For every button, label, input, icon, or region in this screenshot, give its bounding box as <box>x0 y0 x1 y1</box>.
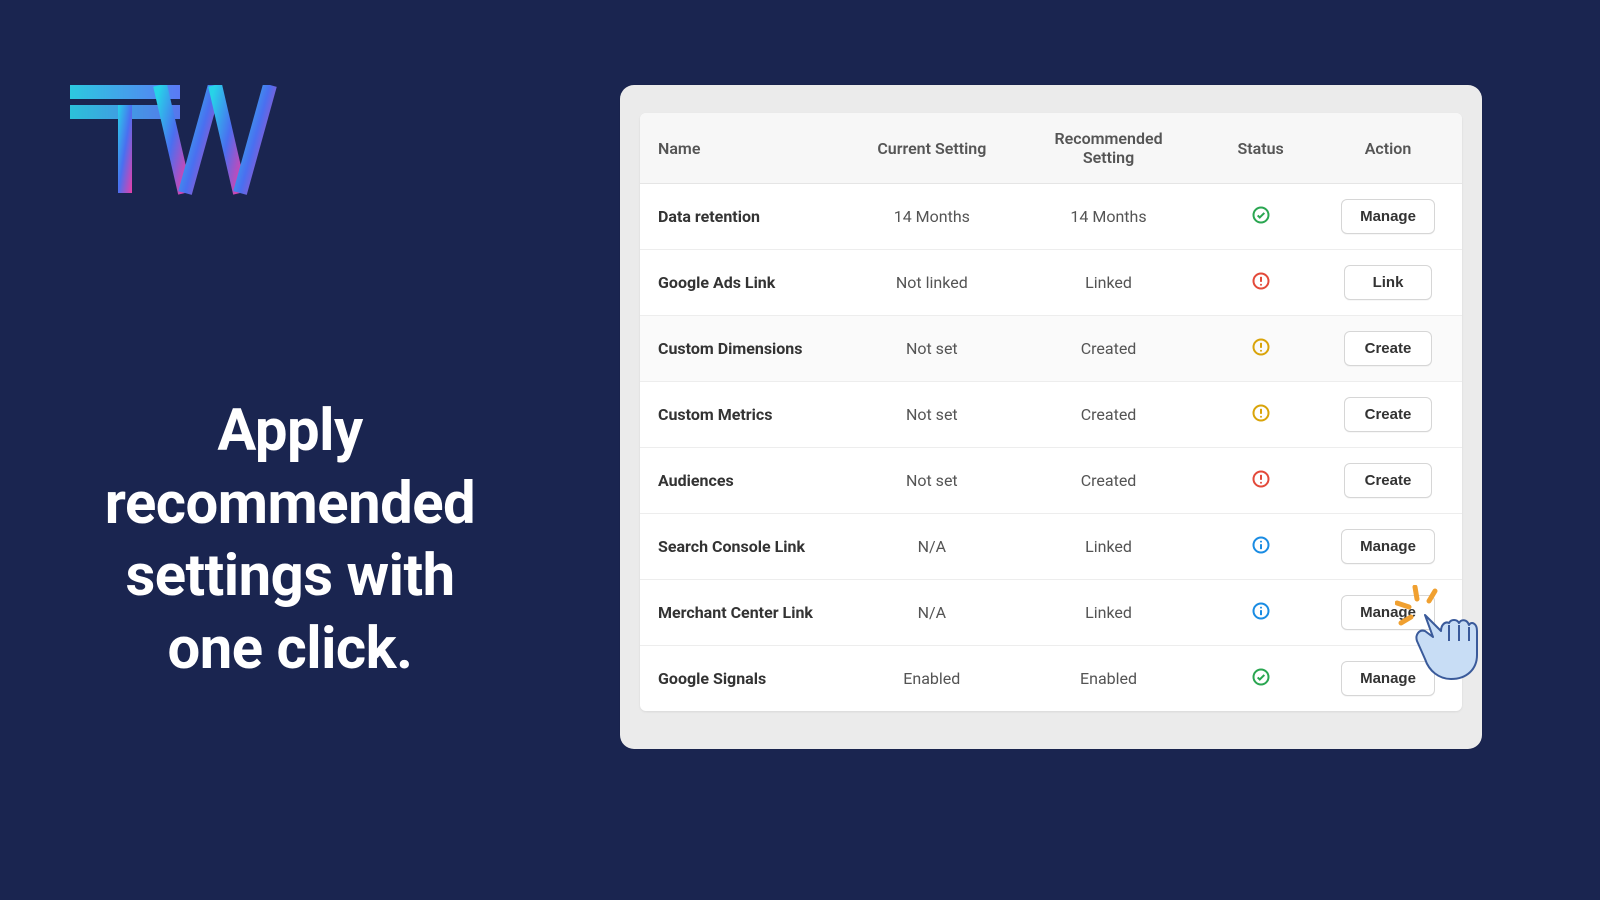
cell-current: Not set <box>854 448 1010 514</box>
cell-status <box>1207 580 1314 646</box>
manage-button[interactable]: Manage <box>1341 595 1435 630</box>
cell-status <box>1207 514 1314 580</box>
cell-status <box>1207 646 1314 712</box>
cell-name: Custom Dimensions <box>640 316 854 382</box>
header-current: Current Setting <box>854 113 1010 184</box>
table-row: Data retention14 Months14 MonthsManage <box>640 184 1462 250</box>
cell-current: Not set <box>854 316 1010 382</box>
header-recommended: Recommended Setting <box>1010 113 1207 184</box>
cell-current: N/A <box>854 514 1010 580</box>
cell-current: Not set <box>854 382 1010 448</box>
cell-recommended: Linked <box>1010 580 1207 646</box>
cell-recommended: Created <box>1010 448 1207 514</box>
table-row: Merchant Center LinkN/ALinked Manage <box>640 580 1462 646</box>
manage-button[interactable]: Manage <box>1341 529 1435 564</box>
table-row: Google SignalsEnabledEnabledManage <box>640 646 1462 712</box>
cell-action: Create <box>1314 382 1462 448</box>
info-icon <box>1251 601 1271 621</box>
table-row: Search Console LinkN/ALinked Manage <box>640 514 1462 580</box>
cell-name: Google Ads Link <box>640 250 854 316</box>
cell-status <box>1207 448 1314 514</box>
info-icon <box>1251 535 1271 555</box>
manage-button[interactable]: Manage <box>1341 199 1435 234</box>
cell-recommended: Created <box>1010 316 1207 382</box>
brand-logo <box>70 85 280 199</box>
manage-button[interactable]: Manage <box>1341 661 1435 696</box>
cell-action: Manage <box>1314 646 1462 712</box>
cell-status <box>1207 316 1314 382</box>
cell-action: Manage <box>1314 580 1462 646</box>
table-row: Custom MetricsNot setCreated Create <box>640 382 1462 448</box>
cell-action: Manage <box>1314 184 1462 250</box>
cell-recommended: Linked <box>1010 514 1207 580</box>
cell-action: Create <box>1314 316 1462 382</box>
header-status: Status <box>1207 113 1314 184</box>
cell-status <box>1207 184 1314 250</box>
cell-action: Manage <box>1314 514 1462 580</box>
cell-action: Create <box>1314 448 1462 514</box>
cell-name: Search Console Link <box>640 514 854 580</box>
warning-icon <box>1251 337 1271 357</box>
error-icon <box>1251 271 1271 291</box>
cell-current: N/A <box>854 580 1010 646</box>
cell-recommended: Enabled <box>1010 646 1207 712</box>
cell-name: Custom Metrics <box>640 382 854 448</box>
error-icon <box>1251 469 1271 489</box>
success-icon <box>1251 667 1271 687</box>
create-button[interactable]: Create <box>1344 397 1432 432</box>
cell-status <box>1207 250 1314 316</box>
headline-text: Apply recommended settings with one clic… <box>80 395 500 685</box>
link-button[interactable]: Link <box>1344 265 1432 300</box>
header-name: Name <box>640 113 854 184</box>
cell-action: Link <box>1314 250 1462 316</box>
settings-table: Name Current Setting Recommended Setting… <box>640 113 1462 711</box>
cell-name: Data retention <box>640 184 854 250</box>
cell-current: Not linked <box>854 250 1010 316</box>
cell-current: Enabled <box>854 646 1010 712</box>
cell-status <box>1207 382 1314 448</box>
header-action: Action <box>1314 113 1462 184</box>
create-button[interactable]: Create <box>1344 331 1432 366</box>
cell-recommended: 14 Months <box>1010 184 1207 250</box>
settings-panel: Name Current Setting Recommended Setting… <box>620 85 1482 749</box>
cell-name: Google Signals <box>640 646 854 712</box>
settings-table-container: Name Current Setting Recommended Setting… <box>640 113 1462 711</box>
table-row: Google Ads LinkNot linkedLinked Link <box>640 250 1462 316</box>
success-icon <box>1251 205 1271 225</box>
cell-name: Audiences <box>640 448 854 514</box>
cell-recommended: Linked <box>1010 250 1207 316</box>
table-row: AudiencesNot setCreated Create <box>640 448 1462 514</box>
cell-current: 14 Months <box>854 184 1010 250</box>
table-row: Custom DimensionsNot setCreated Create <box>640 316 1462 382</box>
warning-icon <box>1251 403 1271 423</box>
create-button[interactable]: Create <box>1344 463 1432 498</box>
cell-name: Merchant Center Link <box>640 580 854 646</box>
cell-recommended: Created <box>1010 382 1207 448</box>
